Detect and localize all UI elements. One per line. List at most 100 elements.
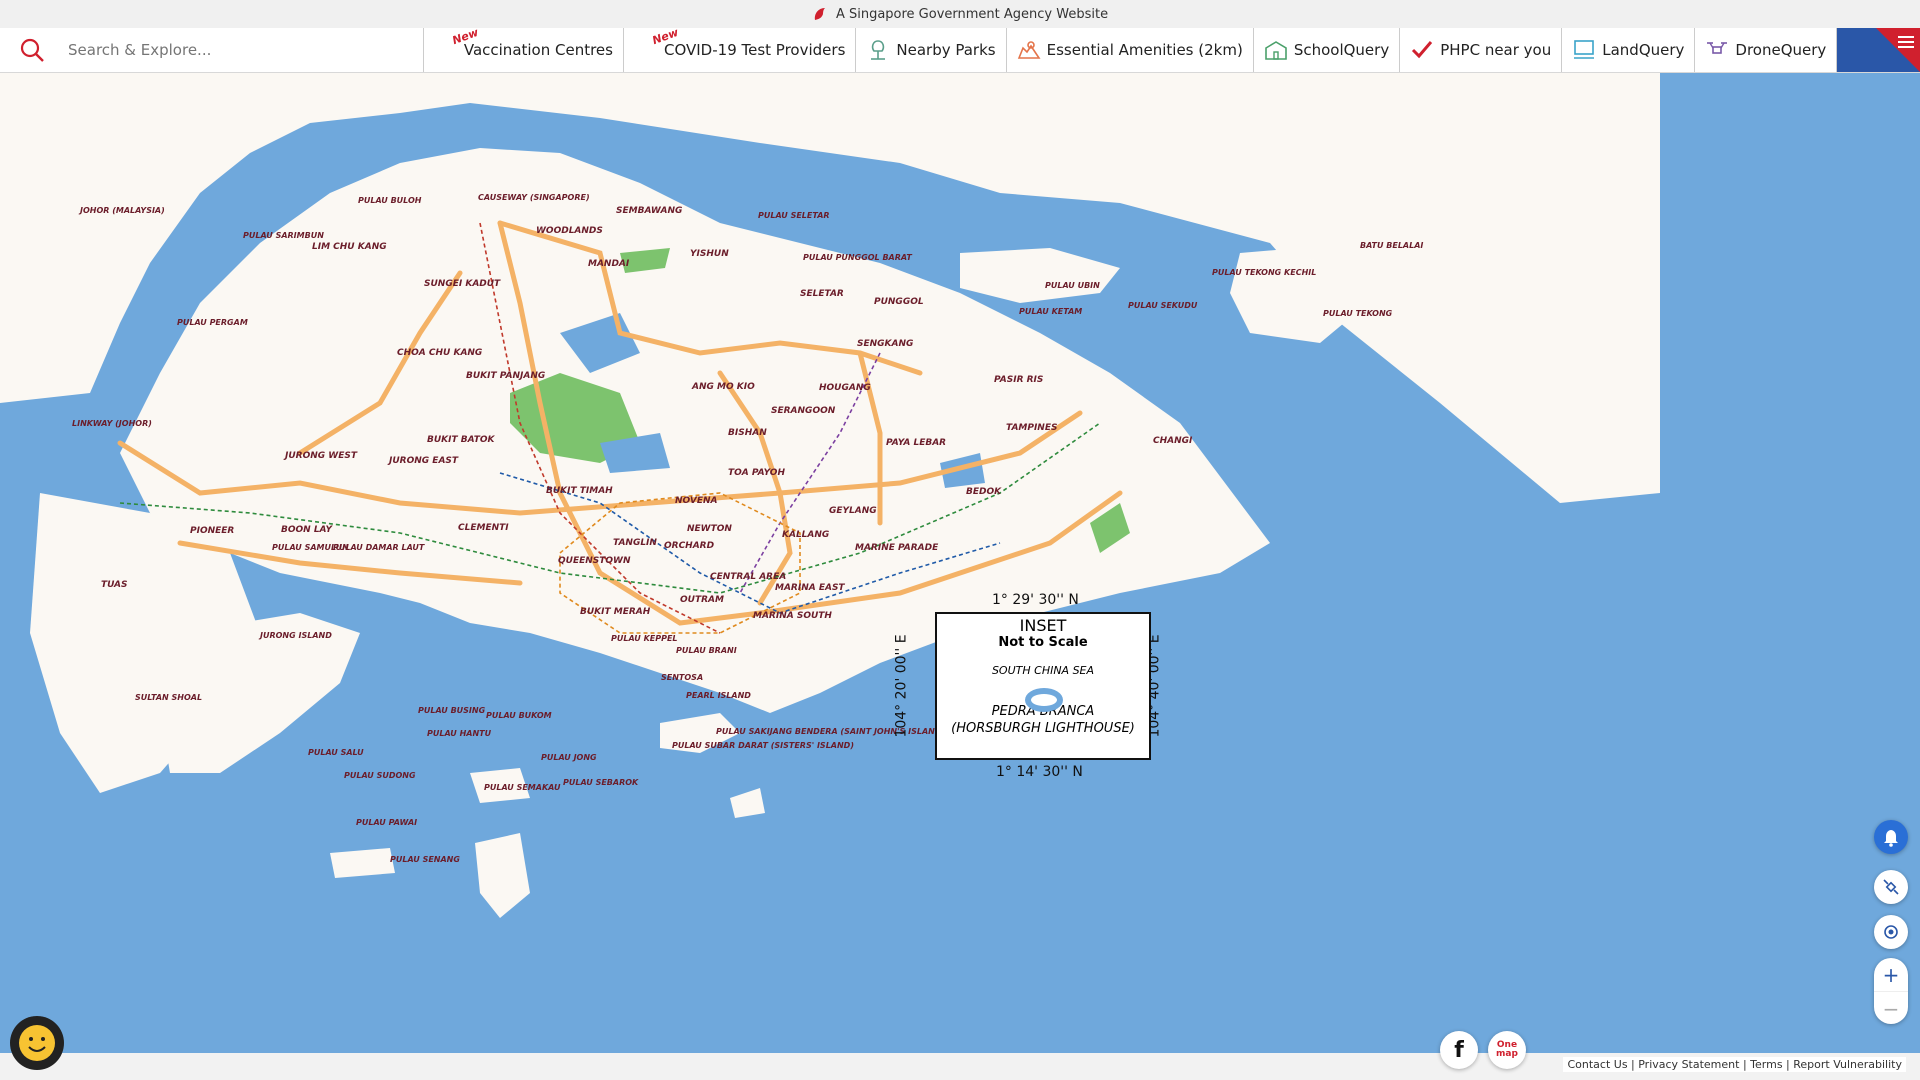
- place-label: PULAU BULOH: [358, 196, 422, 205]
- tab-label: SchoolQuery: [1293, 41, 1390, 59]
- school-icon: [1265, 41, 1287, 60]
- inset-island-name: PEDRA BRANCA: [991, 704, 1095, 719]
- place-label: PULAU SUBAR DARAT (SISTERS' ISLAND): [672, 741, 854, 750]
- place-label: PULAU JONG: [541, 753, 597, 762]
- place-label: CHOA CHU KANG: [397, 348, 482, 358]
- place-label: PULAU PUNGGOL BARAT: [803, 253, 912, 262]
- onemap-logo-button[interactable]: One map: [1488, 1031, 1526, 1069]
- map-canvas[interactable]: JOHOR (MALAYSIA) PULAU BULOH CAUSEWAY (S…: [0, 73, 1920, 1053]
- pulau-sudong: [330, 848, 395, 878]
- zoom-in-button[interactable]: +: [1874, 958, 1908, 991]
- place-label: PEARL ISLAND: [686, 691, 751, 700]
- inset-sea-label: SOUTH CHINA SEA: [991, 664, 1095, 677]
- onemap-logo: One map: [1496, 1040, 1518, 1059]
- smiley-icon: [19, 1025, 55, 1061]
- locate-icon: [1884, 925, 1898, 939]
- main-menu-button[interactable]: [1837, 28, 1920, 72]
- locate-me-button[interactable]: [1874, 915, 1908, 949]
- inset-coord-bottom: 1° 14' 30'' N: [996, 764, 1083, 780]
- place-label: PULAU SEBAROK: [563, 778, 639, 787]
- tab-label: COVID-19 Test Providers: [663, 41, 846, 59]
- tab-covid-test-providers[interactable]: New COVID-19 Test Providers: [624, 26, 857, 72]
- place-label: ORCHARD: [664, 541, 715, 551]
- tree-icon: [871, 40, 886, 60]
- tab-dronequery[interactable]: DroneQuery: [1695, 28, 1838, 72]
- place-label: LINKWAY (JOHOR): [72, 419, 152, 428]
- place-label: MARINA EAST: [775, 583, 845, 593]
- place-label: PULAU TEKONG KECHIL: [1212, 268, 1316, 277]
- zoom-out-button[interactable]: −: [1874, 991, 1908, 1025]
- place-label: BUKIT PANJANG: [466, 371, 545, 381]
- place-label: BOON LAY: [281, 525, 333, 535]
- search-bar: [0, 28, 424, 72]
- footer-links[interactable]: Contact Us | Privacy Statement | Terms |…: [1563, 1057, 1906, 1072]
- tab-label: Essential Amenities (2km): [1046, 41, 1243, 59]
- inset-scale-note: Not to Scale: [998, 635, 1088, 650]
- layers-tool-button[interactable]: [1874, 870, 1908, 904]
- place-label: TOA PAYOH: [728, 468, 785, 478]
- place-label: SENTOSA: [661, 673, 703, 682]
- place-label: CHANGI: [1153, 436, 1193, 446]
- place-label: PULAU SALU: [308, 748, 364, 757]
- place-label: PASIR RIS: [994, 375, 1043, 385]
- gov-banner: A Singapore Government Agency Website: [0, 0, 1920, 28]
- facebook-icon: f: [1454, 1037, 1464, 1063]
- tab-label: PHPC near you: [1440, 41, 1552, 59]
- search-input[interactable]: [66, 40, 420, 60]
- tab-label: Vaccination Centres: [463, 41, 613, 59]
- place-label: PUNGGOL: [874, 297, 924, 307]
- land-icon: [1574, 40, 1595, 59]
- place-label: PULAU TEKONG: [1323, 309, 1393, 318]
- place-label: TAMPINES: [1006, 423, 1057, 433]
- search-icon[interactable]: [18, 36, 46, 64]
- place-label: CLEMENTI: [458, 523, 509, 533]
- amenities-icon: [1017, 41, 1041, 59]
- place-label: PULAU KEPPEL: [611, 634, 678, 643]
- place-label: KALLANG: [782, 530, 829, 540]
- place-label: PULAU PAWAI: [356, 818, 417, 827]
- place-label: JURONG ISLAND: [258, 631, 332, 640]
- place-label: BEDOK: [966, 487, 1002, 497]
- place-label: JURONG WEST: [283, 451, 358, 461]
- place-label: PULAU BUSING: [418, 706, 486, 715]
- drone-icon: [1707, 42, 1728, 54]
- lion-head-icon: [814, 8, 825, 20]
- tab-label: Nearby Parks: [896, 41, 996, 59]
- hamburger-icon: [1898, 36, 1914, 51]
- map-svg: JOHOR (MALAYSIA) PULAU BULOH CAUSEWAY (S…: [0, 73, 1920, 1053]
- place-label: LIM CHU KANG: [312, 242, 387, 252]
- place-label: TUAS: [101, 580, 128, 590]
- place-label: SUNGEI KADUT: [424, 279, 501, 289]
- facebook-button[interactable]: f: [1440, 1031, 1478, 1069]
- place-label: MARINE PARADE: [855, 543, 939, 553]
- place-label: SEMBAWANG: [616, 206, 682, 216]
- place-label: MANDAI: [588, 259, 630, 269]
- place-label: SENGKANG: [857, 339, 913, 349]
- place-label: CAUSEWAY (SINGAPORE): [478, 193, 590, 202]
- place-label: PULAU SARIMBUN: [243, 231, 324, 240]
- place-label: PAYA LEBAR: [886, 438, 946, 448]
- place-label: PULAU KETAM: [1019, 307, 1082, 316]
- notifications-button[interactable]: [1874, 820, 1908, 854]
- place-label: HOUGANG: [819, 383, 871, 393]
- place-label: PULAU SELETAR: [758, 211, 830, 220]
- tab-essential-amenities[interactable]: Essential Amenities (2km): [1007, 28, 1254, 72]
- place-label: PULAU BUKOM: [486, 711, 552, 720]
- tab-label: DroneQuery: [1735, 41, 1827, 59]
- place-label: BUKIT TIMAH: [546, 486, 613, 496]
- zoom-control: + −: [1874, 958, 1908, 1024]
- place-label: WOODLANDS: [536, 226, 603, 236]
- phpc-icon: [1412, 41, 1433, 59]
- tab-phpc-near-you[interactable]: PHPC near you: [1400, 28, 1563, 72]
- place-label: SERANGOON: [771, 406, 836, 416]
- satellite-icon: [1883, 879, 1899, 895]
- place-label: PULAU SENANG: [390, 855, 460, 864]
- tab-nearby-parks[interactable]: Nearby Parks: [856, 28, 1007, 72]
- place-label: PULAU SAKIJANG BENDERA (SAINT JOHN'S ISL…: [716, 727, 945, 736]
- gov-banner-text: A Singapore Government Agency Website: [835, 6, 1109, 22]
- feedback-smiley-button[interactable]: [10, 1016, 64, 1070]
- tab-vaccination-centres[interactable]: New Vaccination Centres: [424, 26, 624, 72]
- tab-landquery[interactable]: LandQuery: [1562, 28, 1696, 72]
- tab-schoolquery[interactable]: SchoolQuery: [1254, 28, 1401, 72]
- place-label: TANGLIN: [613, 538, 657, 548]
